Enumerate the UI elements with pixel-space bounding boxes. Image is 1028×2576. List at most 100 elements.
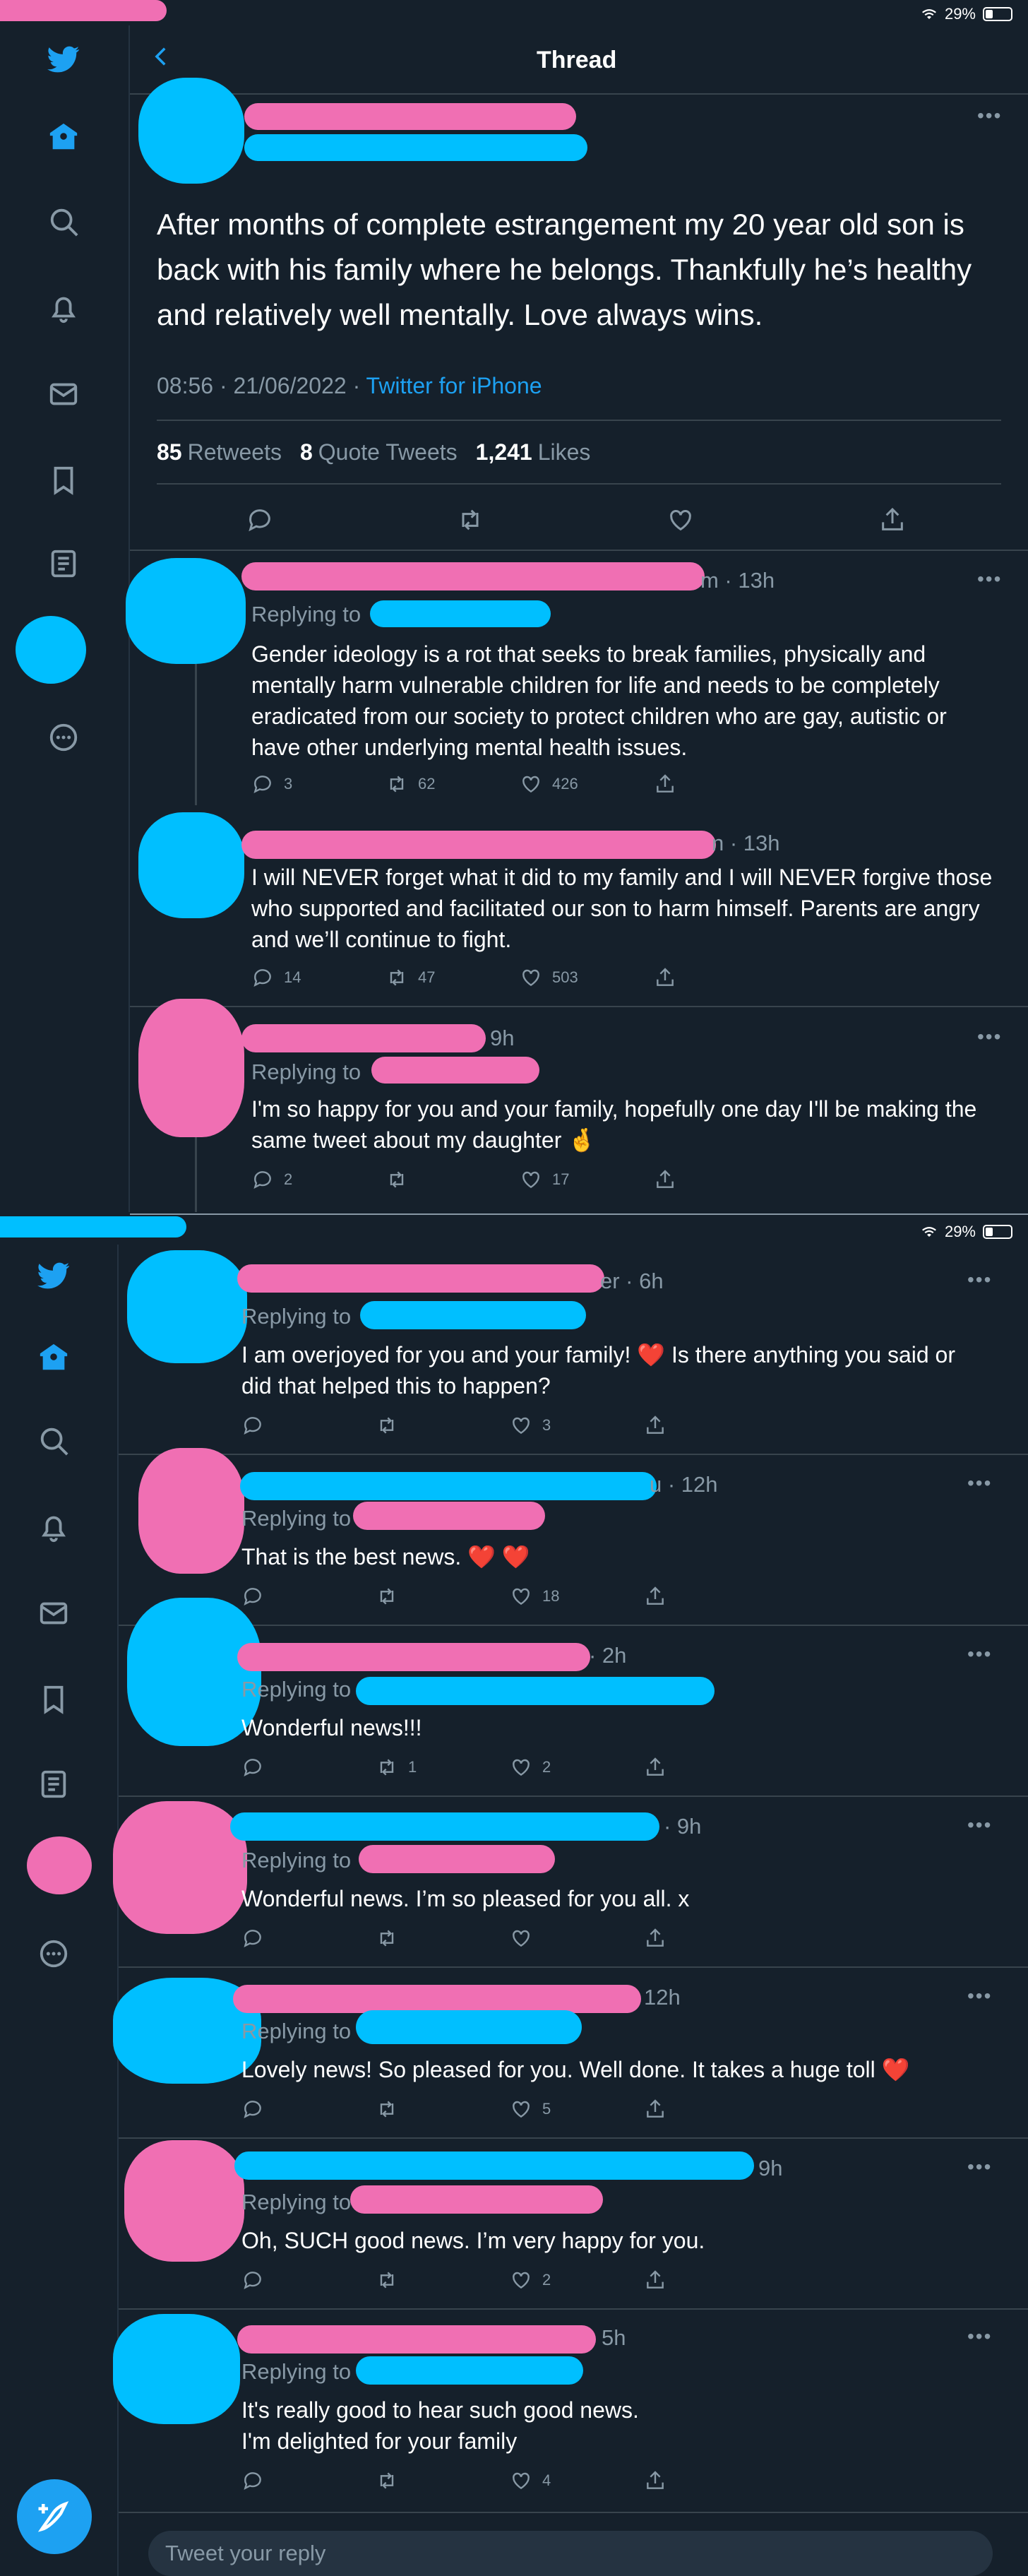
reply-button[interactable] [241,1585,376,1608]
reply-button[interactable] [241,1414,376,1437]
like-icon[interactable] [667,506,695,534]
reply-button[interactable] [241,2098,376,2120]
share-button[interactable] [644,1756,778,1779]
reply-icon [244,1930,261,1947]
back-icon[interactable] [150,42,174,71]
reply-button[interactable]: 3 [251,773,386,795]
tweet-source-link[interactable]: Twitter for iPhone [366,373,542,398]
retweet-button[interactable] [376,1414,510,1437]
bookmark-icon[interactable] [44,461,83,500]
retweet-button[interactable] [376,2269,510,2291]
reply-button[interactable] [241,2269,376,2291]
share-button[interactable] [644,2269,778,2291]
redaction-scribble [360,1301,586,1329]
avatar[interactable] [138,999,244,1137]
like-button[interactable]: 18 [510,1585,644,1608]
redaction-scribble [241,1024,486,1052]
divider [119,2308,1028,2310]
avatar[interactable] [113,2314,240,2424]
search-icon[interactable] [34,1421,73,1461]
avatar[interactable] [127,1250,247,1363]
share-button[interactable] [654,1168,788,1191]
retweet-icon [380,2101,394,2118]
retweet-button[interactable] [376,2469,510,2492]
retweets-stat[interactable]: 85 Retweets [157,439,282,465]
twitter-bird-icon[interactable] [44,40,83,79]
like-count: 4 [542,2471,551,2489]
bookmark-icon[interactable] [34,1680,73,1719]
likes-stat[interactable]: 1,241 Likes [476,439,591,465]
redaction-scribble [244,134,587,161]
avatar[interactable] [124,2140,244,2262]
avatar[interactable] [113,1801,247,1934]
retweet-button[interactable]: 62 [386,773,520,795]
like-button[interactable]: 426 [520,773,654,795]
divider [157,483,1001,485]
like-button[interactable]: 17 [520,1168,654,1191]
retweet-button[interactable] [376,1585,510,1608]
retweet-button[interactable] [386,1168,520,1191]
avatar[interactable] [138,1448,244,1574]
share-icon [647,1586,664,1605]
redaction-scribble [359,1845,555,1873]
like-button[interactable]: 3 [510,1414,644,1437]
reply-count: 3 [284,775,293,793]
retweet-button[interactable]: 47 [386,966,520,989]
like-button[interactable]: 4 [510,2469,644,2492]
list-icon[interactable] [44,544,83,583]
retweet-button[interactable] [376,1927,510,1949]
more-options-icon[interactable]: ••• [967,2156,992,2178]
reply-icon[interactable] [246,506,274,534]
share-button[interactable] [644,2098,778,2120]
share-button[interactable] [644,1414,778,1437]
retweet-button[interactable]: 1 [376,1756,510,1779]
more-options-icon[interactable]: ••• [967,2325,992,2348]
bell-icon[interactable] [44,288,83,328]
share-button[interactable] [654,966,788,989]
more-options-icon[interactable]: ••• [967,1643,992,1666]
like-count: 18 [542,1587,560,1605]
more-options-icon[interactable]: ••• [967,1985,992,2007]
home-icon[interactable] [34,1338,73,1377]
more-options-icon[interactable]: ••• [967,1472,992,1495]
mail-icon[interactable] [34,1593,73,1633]
bell-icon[interactable] [34,1507,73,1547]
more-options-icon[interactable]: ••• [977,568,1002,590]
more-options-icon[interactable]: ••• [967,1269,992,1291]
search-icon[interactable] [44,202,83,242]
share-button[interactable] [654,773,788,795]
list-icon[interactable] [34,1764,73,1804]
retweet-icon[interactable] [456,506,484,534]
more-options-icon[interactable]: ••• [967,1814,992,1836]
more-options-icon[interactable]: ••• [977,105,1002,127]
reply-actions: 3 [241,1414,778,1437]
share-icon[interactable] [878,506,907,534]
mail-icon[interactable] [44,374,83,414]
retweet-button[interactable] [376,2098,510,2120]
avatar[interactable] [138,78,244,184]
more-options-icon[interactable]: ••• [977,1026,1002,1048]
reply-button[interactable] [241,1927,376,1949]
share-button[interactable] [644,2469,778,2492]
share-button[interactable] [644,1927,778,1949]
avatar[interactable] [138,812,244,918]
like-button[interactable]: 2 [510,2269,644,2291]
more-circle-icon[interactable] [34,1934,73,1973]
reply-button[interactable]: 14 [251,966,386,989]
avatar[interactable] [126,558,246,664]
like-button[interactable]: 503 [520,966,654,989]
more-circle-icon[interactable] [44,718,83,757]
like-button[interactable] [510,1927,644,1949]
reply-input[interactable]: Tweet your reply [148,2531,993,2576]
reply-button[interactable]: 2 [251,1168,386,1191]
like-button[interactable]: 5 [510,2098,644,2120]
twitter-bird-icon[interactable] [34,1256,73,1295]
compose-button[interactable] [17,2479,92,2554]
home-icon[interactable] [44,117,83,157]
reply-button[interactable] [241,2469,376,2492]
redaction-scribble [244,103,576,130]
quotes-stat[interactable]: 8 Quote Tweets [300,439,458,465]
like-button[interactable]: 2 [510,1756,644,1779]
reply-button[interactable] [241,1756,376,1779]
share-button[interactable] [644,1585,778,1608]
